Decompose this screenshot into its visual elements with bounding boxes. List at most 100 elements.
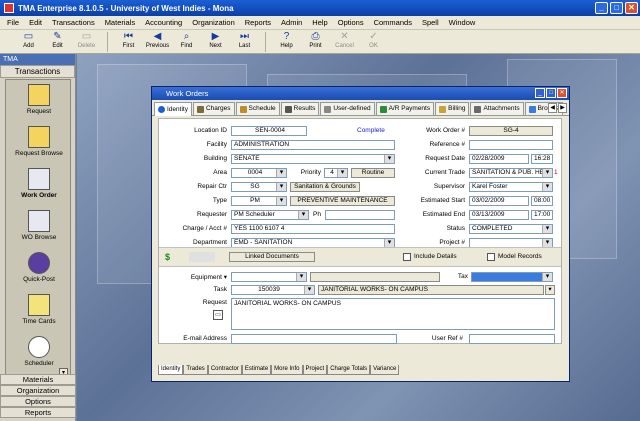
menu-edit[interactable]: Edit [24,18,47,27]
close-button[interactable]: ✕ [625,2,638,14]
menu-options[interactable]: Options [333,18,369,27]
repair-center-dropdown[interactable]: SG [231,182,287,192]
subtab-project[interactable]: Project [302,365,328,375]
priority-dropdown[interactable]: 4 [324,168,348,178]
supervisor-label: Supervisor [433,183,465,190]
tab-user-defined[interactable]: User-defined [320,102,375,115]
estimated-start-time[interactable]: 08:00 [531,196,553,206]
request-textarea[interactable]: JANITORIAL WORKS- ON CAMPUS [231,298,555,330]
wo-close-button[interactable]: ✕ [557,88,567,98]
delete-button[interactable]: ▭ Delete [72,30,101,54]
equipment-label[interactable]: Equipment ▾ [169,273,227,281]
subtab-more-info[interactable]: More Info [271,365,303,375]
subtab-identity[interactable]: Identity [158,365,184,375]
menu-transactions[interactable]: Transactions [47,18,100,27]
menu-materials[interactable]: Materials [100,18,140,27]
subtab-contractor[interactable]: Contractor [207,365,242,375]
requester-dropdown[interactable]: PM Scheduler [231,210,309,220]
menu-organization[interactable]: Organization [187,18,240,27]
nav-section-reports[interactable]: Reports [0,407,76,418]
cancel-button[interactable]: ✕ Cancel [330,30,359,54]
linked-documents-button[interactable]: Linked Documents [229,252,315,262]
reference-field[interactable] [469,140,553,150]
location-id-field[interactable]: SEN-0004 [231,126,307,136]
estimated-end-time[interactable]: 17:00 [531,210,553,220]
task-dropdown[interactable]: 150039 [231,285,315,295]
tab-attachments[interactable]: Attachments [470,102,524,115]
user-ref-field[interactable] [469,334,555,344]
last-button[interactable]: ⏭ Last [230,30,259,54]
nav-item-quick-post[interactable]: Quick-Post [6,252,72,283]
subtab-estimate[interactable]: Estimate [241,365,272,375]
info-icon [158,106,165,113]
subtab-charge-totals[interactable]: Charge Totals [327,365,371,375]
tab-schedule[interactable]: Schedule [235,102,280,115]
subtab-variance[interactable]: Variance [370,365,400,375]
tab-charges[interactable]: Charges [192,102,235,115]
nav-section-materials[interactable]: Materials [0,374,76,385]
next-button[interactable]: ▶ Next [201,30,230,54]
first-button[interactable]: ⏮ First [114,30,143,54]
request-date-field[interactable]: 02/28/2009 [469,154,529,164]
menu-help[interactable]: Help [307,18,332,27]
tab-scroll-right[interactable]: ▶ [558,103,567,113]
menu-window[interactable]: Window [444,18,481,27]
repair-center-description: Sanitation & Grounds [290,182,360,192]
tab-results[interactable]: Results [280,102,320,115]
charge-account-field[interactable]: YES 1100 6107 4 [231,224,395,234]
phone-field[interactable] [325,210,395,220]
minimize-button[interactable]: _ [595,2,608,14]
request-note-icon[interactable]: ▭ [213,310,223,320]
menu-file[interactable]: File [2,18,24,27]
nav-item-wo-browse[interactable]: WO Browse [6,210,72,241]
menu-reports[interactable]: Reports [240,18,276,27]
nav-item-request-browse[interactable]: Request Browse [6,126,72,157]
menu-spell[interactable]: Spell [417,18,444,27]
add-button[interactable]: ▭ Add [14,30,43,54]
wo-minimize-button[interactable]: _ [535,88,545,98]
nav-section-options[interactable]: Options [0,396,76,407]
edit-button[interactable]: ✎ Edit [43,30,72,54]
current-trade-dropdown[interactable]: SANITATION & PUB. HE [469,168,553,178]
status-dropdown[interactable]: COMPLETED [469,224,553,234]
building-dropdown[interactable]: SENATE [231,154,395,164]
subtab-trades[interactable]: Trades [183,365,208,375]
tab-billing[interactable]: Billing [435,102,470,115]
nav-item-scheduler[interactable]: Scheduler [6,336,72,367]
print-button[interactable]: ⎙ Print [301,30,330,54]
tab-ar-payments[interactable]: A/R Payments [375,102,435,115]
estimated-end-date[interactable]: 03/13/2009 [469,210,529,220]
menu-bar: File Edit Transactions Materials Account… [0,16,640,30]
model-records-checkbox[interactable] [487,253,495,261]
nav-section-transactions[interactable]: Transactions [0,65,75,78]
menu-admin[interactable]: Admin [276,18,307,27]
nav-item-work-order[interactable]: Work Order [6,168,72,199]
tax-label: Tax [457,273,468,280]
type-dropdown[interactable]: PM [231,196,287,206]
facility-field[interactable]: ADMINISTRATION [231,140,395,150]
estimated-start-label: Estimated Start [420,197,465,204]
charges-icon [196,105,204,113]
wo-maximize-button[interactable]: □ [546,88,556,98]
include-details-checkbox[interactable] [403,253,411,261]
nav-section-organization[interactable]: Organization [0,385,76,396]
previous-button[interactable]: ◀ Previous [143,30,172,54]
request-time-field[interactable]: 16:28 [531,154,553,164]
area-dropdown[interactable]: 0004 [231,168,287,178]
find-button[interactable]: ⌕ Find [172,30,201,54]
estimated-start-date[interactable]: 03/02/2009 [469,196,529,206]
supervisor-dropdown[interactable]: Karel Foster [469,182,553,192]
tab-scroll-left[interactable]: ◀ [548,103,557,113]
help-button[interactable]: ? Help [272,30,301,54]
ok-button[interactable]: ✓ OK [359,30,388,54]
tab-identity[interactable]: Identity [154,102,192,116]
maximize-button[interactable]: □ [610,2,623,14]
equipment-dropdown[interactable] [231,272,307,282]
tax-dropdown[interactable] [471,272,553,282]
task-more-button[interactable]: ▾ [545,285,555,295]
menu-accounting[interactable]: Accounting [140,18,187,27]
nav-item-time-cards[interactable]: Time Cards [6,294,72,325]
nav-item-request[interactable]: Request [6,84,72,115]
email-field[interactable] [231,334,397,344]
menu-commands[interactable]: Commands [369,18,417,27]
